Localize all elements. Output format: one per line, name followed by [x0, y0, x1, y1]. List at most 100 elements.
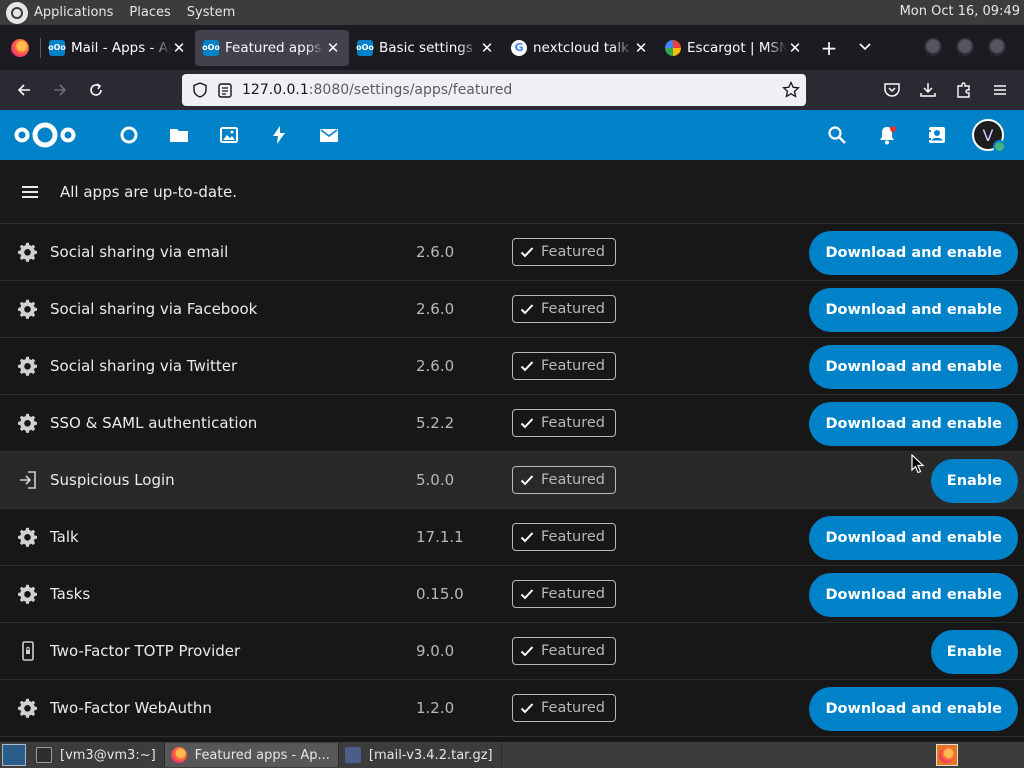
download-and-enable-button[interactable]: Download and enable — [809, 573, 1018, 617]
app-name[interactable]: Social sharing via email — [50, 243, 228, 261]
app-name[interactable]: Social sharing via Facebook — [50, 300, 257, 318]
taskbar-label: [mail-v3.4.2.tar.gz] — [368, 747, 493, 763]
shield-icon[interactable] — [192, 82, 208, 98]
app-row[interactable]: SSO & SAML authentication 5.2.2 Featured Do… — [0, 395, 1024, 452]
close-icon[interactable]: ✕ — [479, 39, 495, 57]
url-bar[interactable]: 127.0.0.1:8080/settings/apps/featured — [182, 74, 806, 106]
app-name[interactable]: Social sharing via Twitter — [50, 357, 237, 375]
download-and-enable-button[interactable]: Download and enable — [809, 516, 1018, 560]
app-row[interactable]: Social sharing via Twitter 2.6.0 Featured D… — [0, 338, 1024, 395]
back-button[interactable] — [6, 74, 42, 106]
nextcloud-logo-icon[interactable] — [14, 120, 76, 150]
featured-label: Featured — [541, 415, 605, 431]
tab-escargot[interactable]: Escargot | MSN Messenger ✕ — [657, 30, 811, 66]
app-row[interactable]: Talk 17.1.1 Featured Download and enable — [0, 509, 1024, 566]
tab-google-search[interactable]: G nextcloud talk download ✕ — [503, 30, 657, 66]
taskbar-item-terminal[interactable]: [vm3@vm3:~] — [30, 743, 165, 767]
files-app-link[interactable] — [154, 110, 204, 160]
download-and-enable-button[interactable]: Download and enable — [809, 402, 1018, 446]
firefox-view-button[interactable] — [0, 25, 40, 70]
enable-button[interactable]: Enable — [930, 459, 1018, 503]
download-and-enable-button[interactable]: Download and enable — [809, 288, 1018, 332]
navigation-toolbar: 127.0.0.1:8080/settings/apps/featured — [0, 70, 1024, 110]
app-menu-button[interactable] — [982, 74, 1018, 106]
close-icon[interactable]: ✕ — [633, 39, 649, 57]
bottom-taskbar: [vm3@vm3:~] Featured apps - Ap... [mail-… — [0, 742, 1024, 768]
tab-featured-apps[interactable]: oOo Featured apps - Apps ✕ — [195, 29, 349, 66]
list-all-tabs-button[interactable] — [847, 39, 883, 57]
app-version: 9.0.0 — [416, 642, 455, 660]
close-icon[interactable]: ✕ — [325, 39, 341, 57]
url-path: :8080/settings/apps/featured — [308, 82, 513, 98]
close-icon[interactable]: ✕ — [171, 39, 187, 57]
featured-badge: Featured — [512, 295, 616, 323]
page-info-icon[interactable] — [216, 81, 234, 99]
checkmark-icon — [520, 646, 534, 657]
reload-button[interactable] — [78, 74, 114, 106]
app-row[interactable]: Tasks 0.15.0 Featured Download and enable — [0, 566, 1024, 623]
photos-app-link[interactable] — [204, 110, 254, 160]
pocket-button[interactable] — [874, 74, 910, 106]
escargot-icon — [665, 39, 681, 56]
places-menu[interactable]: Places — [129, 5, 170, 20]
minimize-button[interactable] — [924, 38, 942, 56]
taskbar-item-archive[interactable]: [mail-v3.4.2.tar.gz] — [339, 743, 502, 767]
featured-badge: Featured — [512, 523, 616, 551]
app-row[interactable]: Social sharing via email 2.6.0 Featured Dow… — [0, 224, 1024, 281]
featured-label: Featured — [541, 700, 605, 716]
download-and-enable-button[interactable]: Download and enable — [809, 231, 1018, 275]
arrow-right-icon — [54, 84, 67, 96]
taskbar-item-firefox[interactable]: Featured apps - Ap... — [164, 743, 339, 767]
extensions-button[interactable] — [946, 74, 982, 106]
enable-button[interactable]: Enable — [930, 630, 1018, 674]
app-row[interactable]: Two-Factor TOTP Provider 9.0.0 Featured Ena… — [0, 623, 1024, 680]
contacts-menu-button[interactable] — [912, 110, 962, 160]
download-and-enable-button[interactable]: Download and enable — [809, 687, 1018, 731]
downloads-button[interactable] — [910, 74, 946, 106]
gear-icon — [18, 299, 38, 319]
app-version: 2.6.0 — [416, 357, 455, 375]
app-name[interactable]: Two-Factor TOTP Provider — [50, 642, 240, 660]
applications-menu[interactable]: Applications — [34, 5, 113, 20]
close-icon[interactable]: ✕ — [787, 39, 803, 57]
navigation-toggle[interactable] — [0, 160, 60, 224]
app-row[interactable]: Two-Factor WebAuthn 1.2.0 Featured Download… — [0, 680, 1024, 737]
dashboard-app-link[interactable] — [104, 110, 154, 160]
ubuntu-logo-icon[interactable] — [6, 1, 28, 24]
featured-badge: Featured — [512, 466, 616, 494]
firefox-icon — [939, 747, 955, 763]
clock[interactable]: Mon Oct 16, 09:49 — [900, 4, 1020, 19]
featured-label: Featured — [541, 643, 605, 659]
unified-search-button[interactable] — [812, 110, 862, 160]
app-name[interactable]: Talk — [50, 528, 79, 546]
show-desktop-button[interactable] — [2, 744, 26, 766]
activity-app-link[interactable] — [254, 110, 304, 160]
app-row[interactable]: Social sharing via Facebook 2.6.0 Featured… — [0, 281, 1024, 338]
download-and-enable-button[interactable]: Download and enable — [809, 345, 1018, 389]
tab-basic-settings[interactable]: oOo Basic settings - Settings ✕ — [349, 30, 503, 66]
firefox-icon — [11, 38, 29, 57]
close-window-button[interactable] — [988, 38, 1006, 56]
app-name[interactable]: Tasks — [50, 585, 90, 603]
new-tab-button[interactable]: + — [811, 36, 847, 60]
app-name[interactable]: Two-Factor WebAuthn — [50, 699, 212, 717]
featured-badge: Featured — [512, 352, 616, 380]
mail-app-link[interactable] — [304, 110, 354, 160]
firefox-tray-icon[interactable] — [936, 744, 958, 766]
forward-button[interactable] — [42, 74, 78, 106]
url-host: 127.0.0.1 — [242, 82, 309, 98]
app-name[interactable]: Suspicious Login — [50, 471, 175, 489]
featured-badge: Featured — [512, 637, 616, 665]
app-name[interactable]: SSO & SAML authentication — [50, 414, 257, 432]
gear-icon — [18, 356, 38, 376]
system-menu[interactable]: System — [187, 5, 235, 20]
desktop: Applications Places System Mon Oct 16, 0… — [0, 0, 1024, 768]
toolbar-right — [874, 70, 1024, 110]
maximize-button[interactable] — [956, 38, 974, 56]
gear-icon — [18, 242, 38, 262]
notifications-button[interactable] — [862, 110, 912, 160]
tab-mail-apps[interactable]: oOo Mail - Apps - Apps ✕ — [41, 30, 195, 66]
app-row[interactable]: Suspicious Login 5.0.0 Featured Enable — [0, 452, 1024, 509]
user-avatar[interactable]: V — [972, 119, 1006, 153]
bookmark-star-icon[interactable] — [782, 81, 800, 99]
